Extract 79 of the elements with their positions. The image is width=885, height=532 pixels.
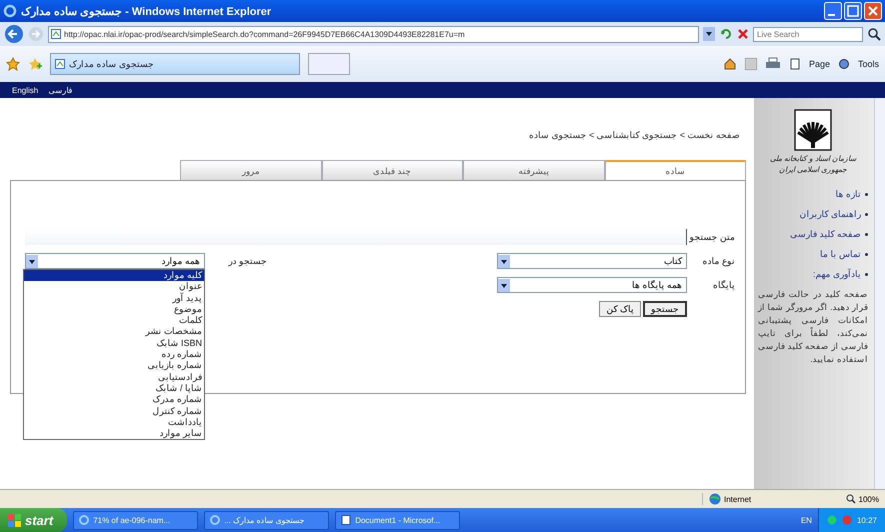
language-indicator[interactable]: EN [800,516,812,524]
dropdown-option[interactable]: یادداشت [24,416,204,428]
breadcrumb: صفحه نخست > جستجوی کتابشناسی > جستجوی ساده [528,130,741,140]
dropdown-option[interactable]: کلیه موارد [24,270,204,282]
start-button[interactable]: start [0,508,68,532]
back-icon[interactable] [4,24,24,44]
minimize-icon[interactable] [824,2,842,20]
search-field[interactable]: Live Search [753,26,863,42]
page-icon[interactable] [788,58,801,70]
field-label: پایگاه [712,280,735,290]
clear-button[interactable]: پاک کن [599,301,641,317]
url-text: http://opac.nlai.ir/opac-prod/search/simpleSearch.do?command=26F9945D7EB66C4A1309D4493E82281E7u=m [64,30,465,38]
windows-logo-icon [8,514,21,526]
home-icon[interactable] [722,57,737,71]
sidebar-link[interactable]: صفحه کلید فارسی [758,229,868,239]
search-tab[interactable]: چند فیلدی [322,160,463,180]
search-text-field[interactable] [25,229,687,245]
close-icon[interactable] [864,2,882,20]
search-in-select[interactable]: همه موارد [25,253,205,269]
scrollbar[interactable] [874,98,885,489]
material-select[interactable]: کتاب [497,253,687,269]
page-icon [51,29,61,39]
dropdown-option[interactable]: کلمات [24,315,204,326]
page-menu[interactable]: Page [808,59,830,69]
stop-icon[interactable] [737,28,749,40]
search-button[interactable]: جستجو [643,301,687,317]
dropdown-option[interactable]: شماره رده [24,349,204,360]
favorites-icon[interactable] [6,57,20,71]
search-tab[interactable]: مرور [180,160,322,180]
ie-logo-icon [3,4,17,18]
dropdown-icon[interactable] [26,254,38,268]
dropdown-option[interactable]: شاپا / شابک [24,382,204,394]
dropdown-option[interactable]: پدید آور [24,292,204,304]
zoom-icon[interactable] [846,494,856,504]
dropdown-option[interactable]: شماره کنترل [24,406,204,417]
sidebar-link[interactable]: تازه ها [758,189,868,199]
language-link[interactable]: English [12,86,38,94]
ie-logo-icon [210,515,220,525]
sidebar-link[interactable]: راهنمای کاربران [758,209,868,219]
document-icon [341,515,352,525]
address-field[interactable]: http://opac.nlai.ir/opac-prod/search/simpleSearch.do?command=26F9945D7EB66C4A1309D4493E82281E7u=m [48,26,699,42]
add-favorite-icon[interactable] [28,57,42,71]
dropdown-icon[interactable] [703,27,715,41]
dropdown-option[interactable]: ISBN شابک [24,338,204,350]
browser-tab[interactable]: جستجوی ساده مدارک [50,53,300,75]
sidebar-note: صفحه کلید در حالت فارسی قرار دهید. اگر مرورگر شما از امکانات فارسی پشتیبانی نمی‌کند، لطفاً برای تایپ فارسی از صفحه کلید فارسی استفاده نمایید. [758,288,868,366]
search-icon[interactable] [867,27,881,41]
dropdown-option[interactable]: عنوان [24,281,204,293]
window-title: جستجوی ساده مدارک - Windows Internet Explorer [21,4,272,18]
search-tab[interactable]: ساده [604,160,746,180]
zone-text: Internet [724,494,752,504]
globe-icon [709,493,721,505]
dropdown-option[interactable]: شماره مدرک [24,394,204,406]
field-label: متن جستجو [688,232,735,242]
dropdown-option[interactable]: فرادستیابی [24,372,204,383]
dropdown-option[interactable]: سایر موارد [24,428,204,440]
taskbar-button[interactable]: Document1 - Microsof... [335,510,460,530]
taskbar-button[interactable]: 71% of ae-096-nam... [73,510,198,530]
sidebar-link[interactable]: تماس با ما [758,249,868,259]
ie-logo-icon [79,515,90,525]
database-select[interactable]: همه پایگاه ها [497,277,687,293]
field-label: جستجو در [227,256,267,266]
search-tab[interactable]: پیشرفته [463,160,604,180]
sidebar-heading: یادآوری مهم: [758,269,868,279]
feeds-icon[interactable] [744,58,757,70]
dropdown-icon[interactable] [498,254,510,268]
page-icon [55,59,65,69]
dropdown-option[interactable]: مشخصات نشر [24,326,204,338]
zoom-level[interactable]: 100% [858,494,879,504]
print-icon[interactable] [764,57,781,71]
language-link[interactable]: فارسی [48,86,72,94]
dropdown-option[interactable]: موضوع [24,304,204,316]
taskbar-button[interactable]: جستجوی ساده مدارک ... [204,510,330,530]
field-label: نوع ماده [701,256,735,266]
dropdown-icon[interactable] [498,278,510,292]
maximize-icon[interactable] [844,2,862,20]
clock: 10:27 [856,516,877,524]
tools-menu[interactable]: Tools [858,59,879,69]
dropdown-option[interactable]: شماره بازیابی [24,360,204,372]
